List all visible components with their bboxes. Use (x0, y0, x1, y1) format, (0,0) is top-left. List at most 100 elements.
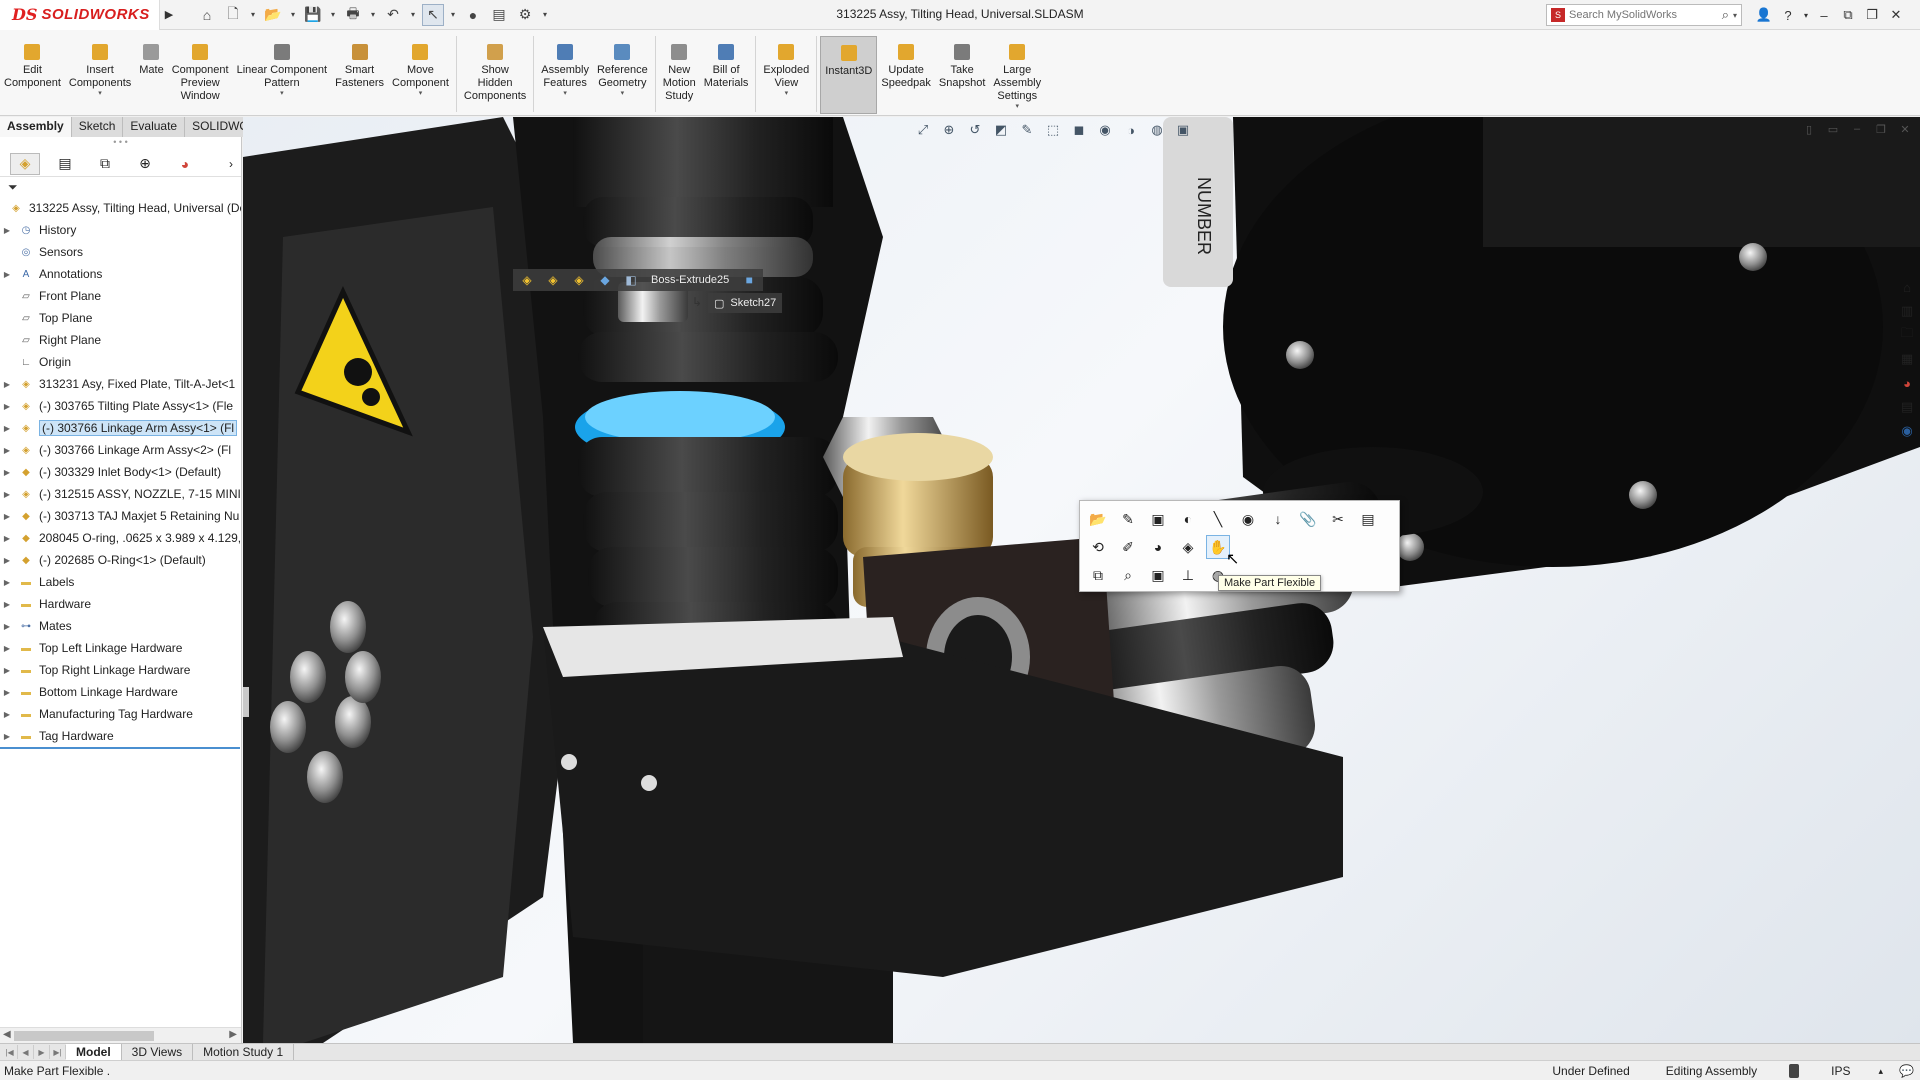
hide-components-icon[interactable]: ◐ (1176, 507, 1200, 531)
units-dropdown-icon[interactable]: ▴ (1869, 1066, 1894, 1077)
tree-expand-icon[interactable]: ▶ (0, 556, 14, 565)
hide-show-items-icon[interactable]: ◉ (1095, 121, 1115, 139)
rebuild-icon[interactable]: ● (462, 4, 484, 26)
help-icon[interactable]: ? (1776, 0, 1800, 30)
ribbon-button[interactable]: Insert Components ▾ (65, 42, 135, 98)
horizontal-scrollbar[interactable]: ◀ ▶ (0, 1027, 241, 1043)
viewport-split-icon[interactable]: ▭ (1824, 121, 1842, 137)
tree-expand-icon[interactable]: ▶ (0, 710, 14, 719)
tree-expand-icon[interactable]: ▶ (0, 534, 14, 543)
ribbon-button[interactable]: Linear Component Pattern ▾ (233, 42, 332, 98)
breadcrumb-feature-icon[interactable]: ◧ (621, 271, 641, 289)
tree-expand-icon[interactable]: ▶ (0, 732, 14, 741)
breadcrumb-subassembly-icon[interactable]: ◈ (543, 271, 563, 289)
view-mates-icon[interactable]: ⧉ (1086, 563, 1110, 587)
search-box[interactable]: S ⌕ ▾ (1546, 4, 1742, 26)
open-dropdown-icon[interactable]: ▾ (288, 4, 298, 26)
command-tab[interactable]: Evaluate (123, 117, 186, 137)
ribbon-button[interactable]: Assembly Features ▾ (537, 42, 593, 98)
file-explorer-icon[interactable]: 🗀 (1897, 325, 1917, 345)
mate-icon[interactable]: 📎 (1296, 507, 1320, 531)
tree-expand-icon[interactable]: ▶ (0, 380, 14, 389)
search-input[interactable] (1569, 9, 1718, 21)
tree-item[interactable]: ▱ Top Plane (0, 307, 241, 329)
tree-item[interactable]: ▶ ◆ (-) 202685 O-Ring<1> (Default) (0, 549, 241, 571)
ribbon-button[interactable]: Take Snapshot (935, 42, 989, 90)
units-selector[interactable]: IPS (1813, 1064, 1868, 1078)
restore-icon[interactable]: ❐ (1860, 0, 1884, 30)
tree-item[interactable]: ∟ Origin (0, 351, 241, 373)
tree-item[interactable]: ▶ ▬ Top Right Linkage Hardware (0, 659, 241, 681)
options-gear-icon[interactable]: ⚙ (514, 4, 536, 26)
tree-item[interactable]: ▶ ◆ (-) 303713 TAJ Maxjet 5 Retaining Nu (0, 505, 241, 527)
new-document-icon[interactable]: 🗋 (222, 4, 244, 26)
tree-item[interactable]: ▶ ◈ (-) 303766 Linkage Arm Assy<2> (Fl (0, 439, 241, 461)
edit-part-icon[interactable]: ✎ (1116, 507, 1140, 531)
dynamic-annotation-icon[interactable]: ✎ (1017, 121, 1037, 139)
tree-item[interactable]: ▶ ◈ (-) 312515 ASSY, NOZZLE, 7-15 MINI (0, 483, 241, 505)
breadcrumb-face-icon[interactable]: ■ (739, 271, 759, 289)
first-tab-icon[interactable]: |◀ (2, 1045, 18, 1059)
breadcrumb-feature-label[interactable]: Boss-Extrude25 (647, 274, 733, 286)
rebuild-indicator-icon[interactable] (1789, 1064, 1800, 1078)
new-dropdown-icon[interactable]: ▾ (248, 4, 258, 26)
insert-icon[interactable]: ↓ (1266, 507, 1290, 531)
ribbon-button[interactable]: Large Assembly Settings ▾ (989, 42, 1045, 111)
tree-expand-icon[interactable]: ▶ (0, 490, 14, 499)
tree-expand-icon[interactable]: ▶ (0, 622, 14, 631)
print-icon[interactable]: 🖶 (342, 4, 364, 26)
command-tab[interactable]: Sketch (71, 117, 124, 137)
ribbon-dropdown-icon[interactable]: ▾ (621, 90, 625, 98)
tree-expand-icon[interactable]: ▶ (0, 666, 14, 675)
tree-expand-icon[interactable]: ▶ (0, 446, 14, 455)
ribbon-button[interactable]: Smart Fasteners (331, 42, 388, 90)
tree-item[interactable]: ▶ ◈ 313231 Asy, Fixed Plate, Tilt-A-Jet<1 (0, 373, 241, 395)
filter-icon[interactable]: ⏷ (8, 180, 18, 195)
tree-item[interactable]: ▶ ▬ Bottom Linkage Hardware (0, 681, 241, 703)
save-dropdown-icon[interactable]: ▾ (328, 4, 338, 26)
move-with-triad-icon[interactable]: ⊥ (1176, 563, 1200, 587)
edit-appearance-icon[interactable]: ◑ (1121, 121, 1141, 139)
display-manager-tab-icon[interactable]: ◕ (170, 153, 200, 175)
tree-item[interactable]: ▶ ▬ Top Left Linkage Hardware (0, 637, 241, 659)
appearance-icon[interactable]: ◕ (1146, 535, 1170, 559)
tree-item[interactable]: ▶ ◈ (-) 303766 Linkage Arm Assy<1> (Fl (0, 417, 241, 439)
ribbon-button[interactable]: Instant3D (820, 36, 878, 114)
section-view-icon[interactable]: ◩ (991, 121, 1011, 139)
bottom-tab[interactable]: 3D Views (122, 1043, 194, 1061)
ribbon-dropdown-icon[interactable]: ▾ (785, 90, 789, 98)
replace-component-icon[interactable]: ⟲ (1086, 535, 1110, 559)
ribbon-button[interactable]: Show Hidden Components (460, 42, 530, 103)
home-icon[interactable]: ⌂ (196, 4, 218, 26)
print-dropdown-icon[interactable]: ▾ (368, 4, 378, 26)
ribbon-button[interactable]: Bill of Materials (700, 42, 753, 90)
view-settings-icon[interactable]: ▣ (1173, 121, 1193, 139)
tree-item[interactable]: ▶ A Annotations (0, 263, 241, 285)
file-properties-icon[interactable]: ▤ (488, 4, 510, 26)
minimize-icon[interactable]: – (1812, 0, 1836, 30)
scroll-thumb[interactable] (14, 1031, 154, 1041)
tree-root-assembly[interactable]: ◈ 313225 Assy, Tilting Head, Universal (… (0, 197, 241, 219)
ribbon-button[interactable]: Reference Geometry ▾ (593, 42, 652, 98)
ribbon-button[interactable]: Update Speedpak (877, 42, 935, 90)
ribbon-button[interactable]: New Motion Study (659, 42, 700, 103)
view-palette-icon[interactable]: ▦ (1897, 349, 1917, 369)
tree-item[interactable]: ◎ Sensors (0, 241, 241, 263)
tree-end-marker[interactable] (0, 747, 240, 749)
design-library-icon[interactable]: ▥ (1897, 301, 1917, 321)
custom-properties-icon[interactable]: ▤ (1897, 397, 1917, 417)
tree-expand-icon[interactable]: ▶ (0, 512, 14, 521)
panel-collapse-handle[interactable] (243, 687, 249, 717)
last-tab-icon[interactable]: ▶| (50, 1045, 66, 1059)
undo-dropdown-icon[interactable]: ▾ (408, 4, 418, 26)
tree-filter[interactable]: ⏷ (0, 177, 241, 197)
ribbon-button[interactable]: Component Preview Window (168, 42, 233, 103)
viewport-minimize-icon[interactable]: – (1848, 121, 1866, 137)
user-account-icon[interactable]: 👤 (1752, 0, 1776, 30)
save-icon[interactable]: 💾 (302, 4, 324, 26)
ribbon-dropdown-icon[interactable]: ▾ (98, 90, 102, 98)
panel-splitter-dots[interactable]: • • • (0, 137, 241, 151)
breadcrumb-subassembly-icon-2[interactable]: ◈ (569, 271, 589, 289)
view-orientation-icon[interactable]: ⬚ (1043, 121, 1063, 139)
isolate-icon[interactable]: ◉ (1236, 507, 1260, 531)
